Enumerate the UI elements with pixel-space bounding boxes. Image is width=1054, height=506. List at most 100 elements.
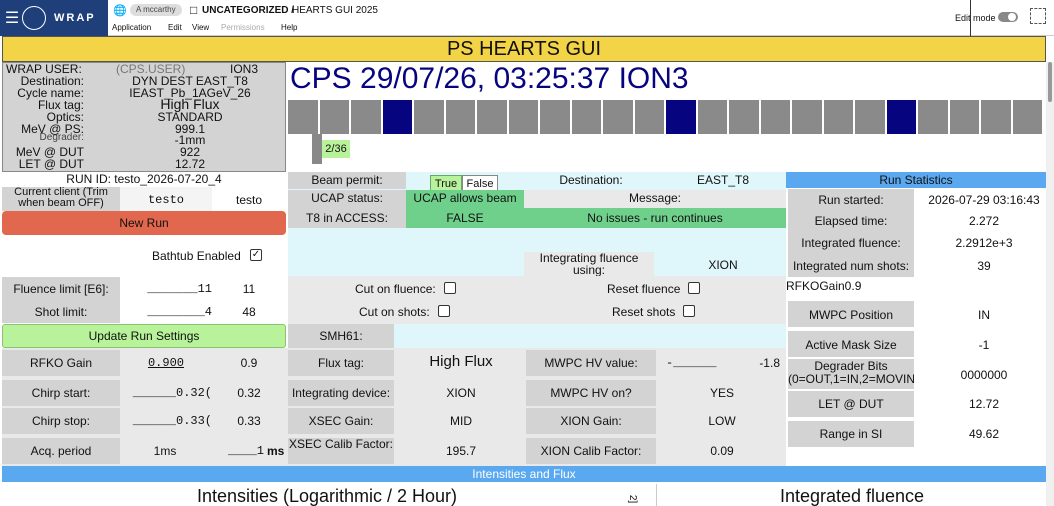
mwpc-label-1: Active Mask Size (805, 338, 897, 352)
update-run-button[interactable]: Update Run Settings (2, 329, 286, 343)
cycle-bar (288, 100, 1044, 134)
cycle-block (823, 100, 853, 134)
new-run-button[interactable]: New Run (2, 216, 286, 230)
mwpc-hv-label: MWPC HV value: (544, 356, 638, 370)
integrating-value: XION (708, 258, 738, 272)
axis-snippet: 2] (627, 494, 639, 504)
bathtub-label: Bathtub Enabled (152, 249, 241, 263)
stats-label-1: Elapsed time: (814, 214, 888, 228)
mwpc-hv-input[interactable]: -______ (666, 356, 736, 370)
chirp-stop-value: 0.33 (237, 414, 261, 428)
chirp-stop-input[interactable]: ______0.33( (120, 414, 212, 428)
menu-help[interactable]: Help (281, 21, 297, 35)
acq-label: Acq. period (30, 444, 92, 458)
xsec-value: MID (450, 414, 472, 428)
stats-title: Run Statistics (879, 173, 953, 187)
cycle-block (792, 100, 822, 134)
mwpc-value-0: IN (978, 308, 990, 322)
rfko-gain-readout: RFKOGain0.9 (786, 279, 862, 293)
chart-divider (656, 484, 657, 506)
cut-fluence-checkbox[interactable] (444, 282, 456, 294)
breadcrumb-folder[interactable]: UNCATEGORIZED / (202, 4, 294, 18)
xion-gain-label: XION Gain: (560, 414, 622, 428)
stats-value-1: 2.272 (968, 214, 1000, 228)
xion-calib-value: 0.09 (710, 444, 734, 458)
reset-shots-checkbox[interactable] (683, 305, 695, 317)
mwpc-value-2: 0000000 (960, 368, 1008, 382)
globe-icon: 🌐 (113, 4, 127, 17)
reset-shots-label: Reset shots (612, 305, 676, 319)
cycle-progress-fill (312, 134, 322, 164)
shot-input[interactable]: ________4 (120, 305, 212, 319)
mwpc-value-1: -1 (978, 338, 990, 352)
cut-shots-checkbox[interactable] (438, 305, 450, 317)
cycle-block (886, 100, 916, 134)
dest-label: Destination: (559, 173, 623, 187)
cycle-block (949, 100, 979, 134)
mwpc-on-label: MWPC HV on? (550, 386, 632, 400)
permit-false-label[interactable]: False (462, 177, 498, 191)
cycle-block (729, 100, 759, 134)
edit-mode-toggle[interactable] (998, 12, 1018, 22)
cps-title: CPS 29/07/26, 03:25:37 ION3 (290, 62, 689, 95)
cut-fluence-label: Cut on fluence: (355, 282, 436, 296)
fluence-input[interactable]: _______11 (120, 282, 212, 296)
client-value: testo (235, 193, 262, 207)
menu-application[interactable]: Application (112, 21, 151, 35)
edit-mode-label: Edit mode (955, 13, 996, 23)
cycle-block (540, 100, 570, 134)
cycle-block (1012, 100, 1042, 134)
flux-label: Flux tag: (317, 356, 365, 370)
stats-value-2: 2.2912e+3 (955, 236, 1013, 250)
permit-true-label[interactable]: True (430, 177, 462, 191)
fullscreen-icon[interactable] (1030, 8, 1046, 24)
run-id: RUN ID: testo_2026-07-20_4 (66, 172, 222, 186)
xsec-calib-label: XSEC Calib Factor: (288, 437, 394, 451)
chirp-start-value: 0.32 (237, 386, 261, 400)
hamburger-menu-icon[interactable]: ☰ (4, 8, 20, 28)
fluence-chart-title: Integrated fluence (779, 486, 925, 506)
rfko-value: 0.9 (240, 356, 258, 370)
stats-label-3: Integrated num shots: (792, 259, 910, 273)
rfko-input[interactable]: 0.900 (120, 356, 212, 370)
client-input[interactable]: testo (120, 193, 212, 207)
reset-fluence-checkbox[interactable] (688, 282, 700, 294)
t8-value: FALSE (446, 211, 484, 225)
menu-view[interactable]: View (192, 21, 209, 35)
info-label-8: LET @ DUT (18, 157, 84, 171)
reset-fluence-label: Reset fluence (607, 282, 681, 296)
stats-label-0: Run started: (818, 193, 884, 207)
menu-edit[interactable]: Edit (168, 21, 182, 35)
cycle-block (288, 100, 318, 134)
cycle-block (981, 100, 1011, 134)
fluence-value: 11 (242, 282, 256, 296)
cern-logo-icon (22, 6, 46, 30)
cycle-block (603, 100, 633, 134)
bathtub-checkbox[interactable]: ✓ (250, 249, 262, 261)
menu-permissions[interactable]: Permissions (221, 21, 265, 35)
cycle-block (319, 100, 349, 134)
intdev-value: XION (446, 386, 476, 400)
cycle-block (760, 100, 790, 134)
acq-value: 1ms (153, 444, 177, 458)
breadcrumb-page: HEARTS GUI 2025 (292, 5, 378, 16)
cycle-block (918, 100, 948, 134)
xion-gain-value: LOW (708, 414, 736, 428)
fluence-label: Fluence limit [E6]: (13, 282, 109, 296)
chirp-start-input[interactable]: ______0.32( (120, 386, 212, 400)
user-chip[interactable]: A mccarthy (130, 4, 182, 16)
intdev-label: Integrating device: (291, 386, 391, 400)
cycle-block (697, 100, 727, 134)
banner-title: PS HEARTS GUI (446, 38, 602, 60)
smh-label: SMH61: (319, 329, 363, 343)
t8-label: T8 in ACCESS: (305, 211, 389, 225)
cycle-progress-track (288, 134, 1044, 170)
cycle-block (666, 100, 696, 134)
cycle-block (571, 100, 601, 134)
acq-input[interactable]: ____1 (200, 444, 264, 458)
shot-label: Shot limit: (34, 305, 88, 319)
message-label: Message: (628, 191, 682, 205)
cut-shots-label: Cut on shots: (359, 305, 430, 319)
mwpc-hv-value: -1.8 (759, 356, 780, 370)
xion-calib-label: XION Calib Factor: (540, 444, 642, 458)
